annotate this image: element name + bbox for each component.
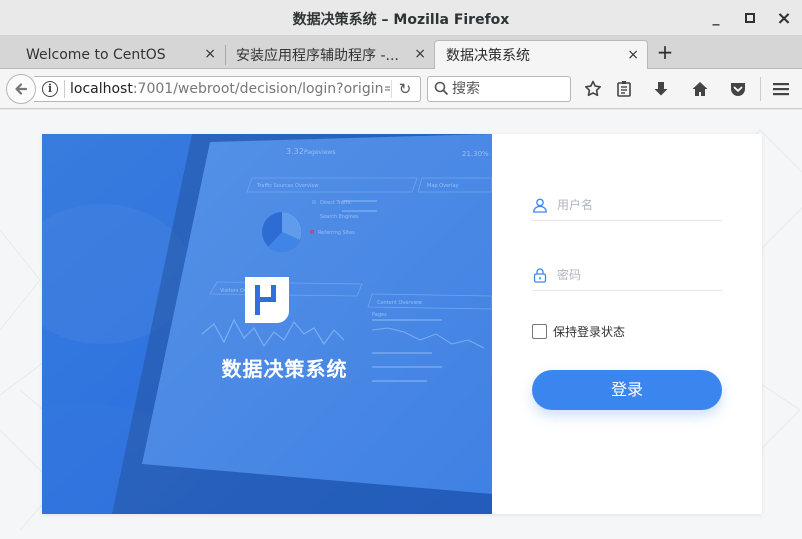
tab-helper-apps[interactable]: 安装应用程序辅助程序 -... ×: [222, 40, 434, 69]
tab-close-button[interactable]: ×: [627, 47, 639, 63]
home-button[interactable]: [690, 79, 710, 99]
tab-strip: Welcome to CentOS × 安装应用程序辅助程序 -... × 数据…: [0, 36, 802, 69]
reading-list-button[interactable]: [614, 79, 634, 99]
lock-icon: [533, 268, 547, 283]
minimize-button[interactable]: _: [706, 8, 726, 28]
close-window-button[interactable]: ×: [774, 8, 794, 29]
url-host: localhost: [70, 81, 133, 97]
page-viewport: 3.32 Pageviews 21.30% Traffic Sources Ov…: [0, 110, 802, 539]
main-menu-button[interactable]: [771, 79, 791, 99]
tab-close-button[interactable]: ×: [204, 46, 216, 62]
remember-me-label: 保持登录状态: [553, 324, 626, 339]
username-field[interactable]: [532, 191, 722, 221]
remember-me-option[interactable]: 保持登录状态: [532, 323, 625, 339]
back-arrow-icon: [15, 83, 28, 95]
back-button[interactable]: [6, 74, 36, 104]
new-tab-button[interactable]: +: [654, 40, 676, 64]
app-logo-icon: [245, 277, 289, 323]
url-path: :7001/webroot/decision/login?origin=: [132, 81, 390, 97]
user-icon: [533, 198, 547, 213]
downloads-button[interactable]: [651, 79, 671, 99]
password-field[interactable]: [532, 261, 722, 291]
login-card: 3.32 Pageviews 21.30% Traffic Sources Ov…: [42, 134, 762, 514]
tab-welcome-centos[interactable]: Welcome to CentOS ×: [12, 40, 224, 69]
search-input[interactable]: [452, 79, 564, 99]
home-icon: [692, 82, 708, 96]
bookmark-star-button[interactable]: [583, 79, 603, 99]
tab-label: 数据决策系统: [446, 48, 530, 64]
url-bar[interactable]: i localhost:7001/webroot/decision/login?…: [34, 76, 421, 102]
window-titlebar: 数据决策系统 – Mozilla Firefox _ ×: [0, 0, 802, 36]
reload-icon[interactable]: ↻: [396, 80, 414, 98]
window-title: 数据决策系统 – Mozilla Firefox: [292, 12, 510, 28]
pocket-button[interactable]: [728, 79, 748, 99]
tab-decision-system[interactable]: 数据决策系统 ×: [434, 40, 648, 69]
site-info-icon[interactable]: i: [42, 81, 58, 97]
reading-list-icon: [617, 81, 631, 97]
toolbar-divider: [760, 77, 761, 101]
url-text[interactable]: localhost:7001/webroot/decision/login?or…: [70, 81, 390, 97]
password-input[interactable]: [557, 265, 717, 285]
login-button[interactable]: 登录: [532, 370, 722, 410]
url-divider: [64, 80, 65, 98]
download-icon: [654, 82, 668, 96]
hero-panel: 3.32 Pageviews 21.30% Traffic Sources Ov…: [42, 134, 492, 514]
tab-label: 安装应用程序辅助程序 -...: [236, 47, 399, 64]
app-name: 数据决策系统: [221, 357, 348, 381]
pocket-icon: [731, 83, 745, 96]
login-form: 保持登录状态 登录: [492, 134, 762, 514]
maximize-icon: [745, 13, 755, 23]
username-input[interactable]: [557, 195, 717, 215]
maximize-button[interactable]: [740, 8, 760, 28]
remember-me-checkbox[interactable]: [532, 323, 547, 339]
tab-close-button[interactable]: ×: [414, 46, 426, 62]
navigation-toolbar: i localhost:7001/webroot/decision/login?…: [0, 69, 802, 109]
reload-divider: [391, 80, 392, 98]
search-icon: [434, 81, 449, 96]
bookmark-star-icon: [585, 80, 601, 97]
search-bar[interactable]: [427, 76, 571, 102]
hamburger-menu-icon: [773, 83, 789, 96]
tab-label: Welcome to CentOS: [26, 46, 166, 63]
